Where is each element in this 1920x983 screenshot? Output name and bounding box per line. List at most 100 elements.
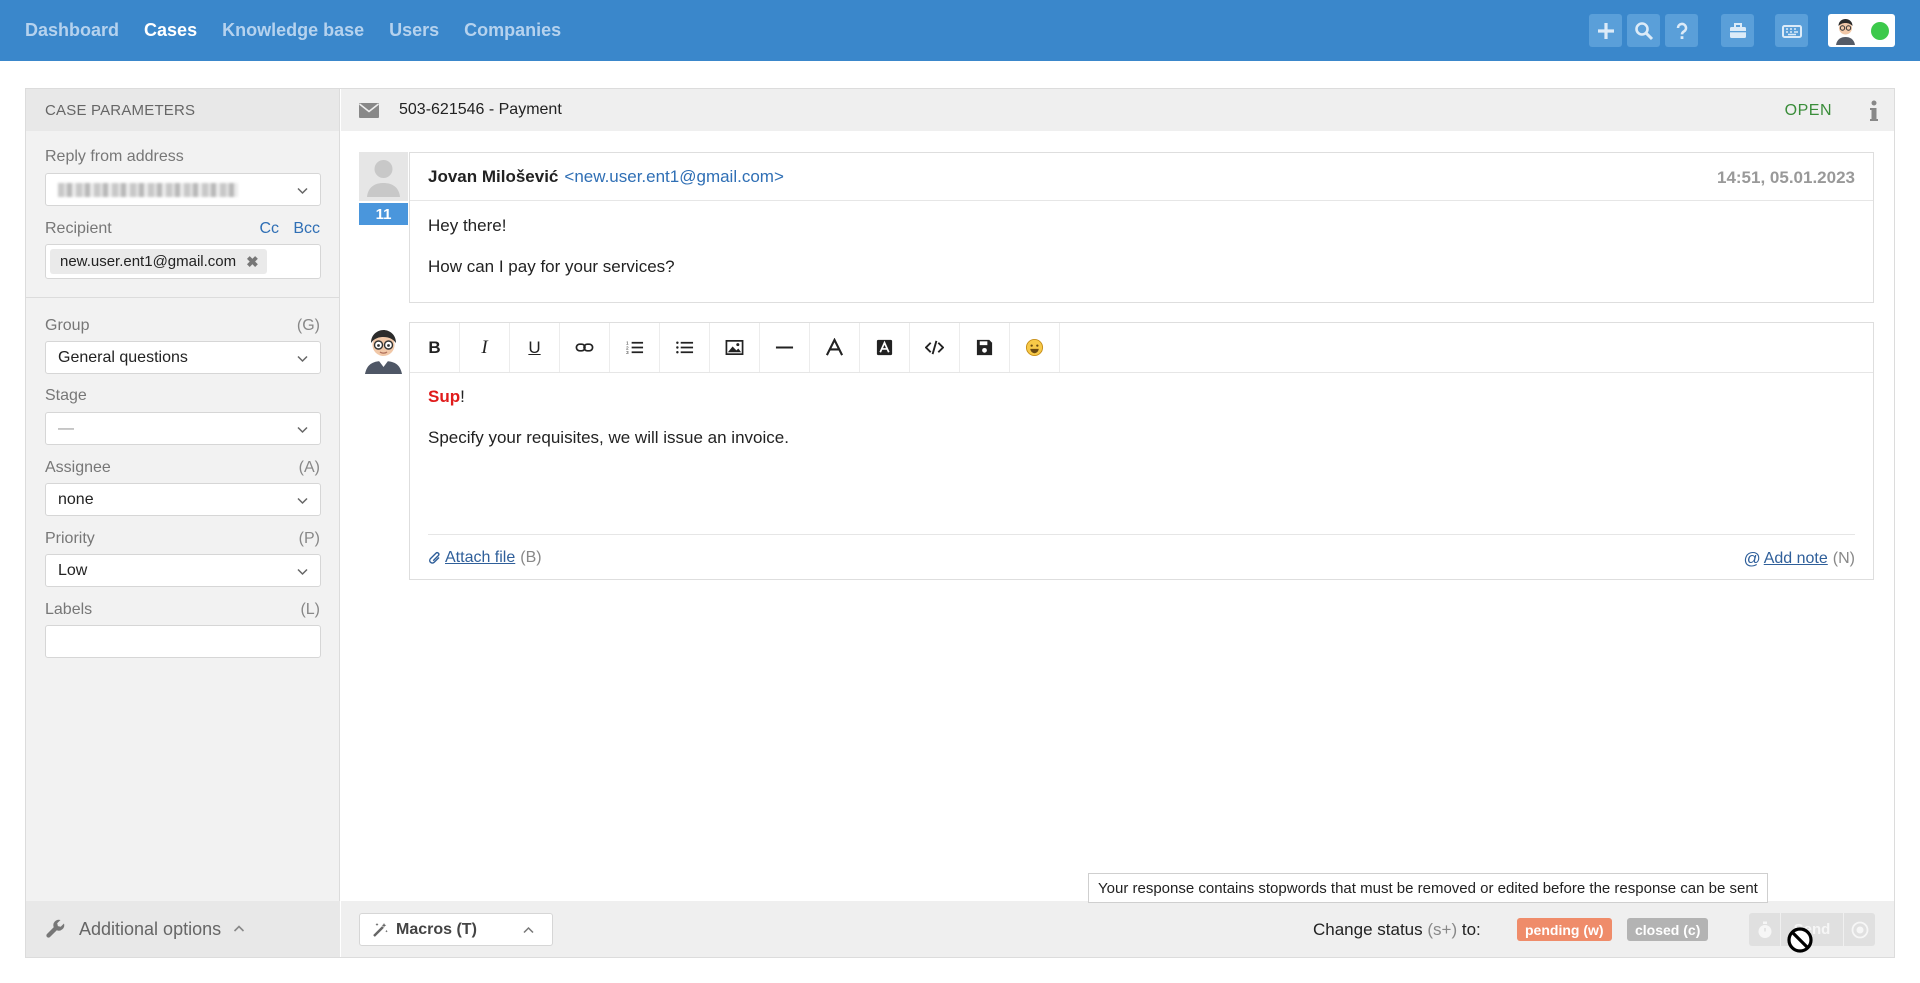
customer-message: Jovan Milošević <new.user.ent1@gmail.com… (409, 152, 1874, 303)
italic-button[interactable]: I (460, 323, 510, 372)
bullet-list-button[interactable] (660, 323, 710, 372)
attach-file-link[interactable]: Attach file (445, 549, 515, 567)
nav-cases[interactable]: Cases (144, 20, 197, 41)
emoji-icon (1025, 338, 1044, 357)
user-menu[interactable] (1828, 14, 1895, 47)
sidebar-divider (26, 297, 340, 298)
case-content: 503-621546 - Payment OPEN 11 Jovan Miloš… (341, 89, 1894, 957)
link-button[interactable] (560, 323, 610, 372)
envelope-icon (359, 102, 379, 118)
assignee-value: none (58, 490, 94, 508)
macros-button[interactable]: Macros (T) (359, 913, 553, 946)
action-bar: Macros (T) Change status (s+) to: pendin… (341, 901, 1894, 957)
insert-image-button[interactable] (710, 323, 760, 372)
message-count-badge: 11 (359, 203, 408, 225)
message-time: 14:51, 05.01.2023 (1716, 168, 1855, 187)
link-icon (575, 343, 594, 352)
case-parameters-header: Case parameters (26, 89, 339, 131)
cc-link[interactable]: Cc (259, 220, 279, 238)
group-value: General questions (58, 348, 188, 366)
send-options-button[interactable] (1843, 913, 1875, 946)
change-status-text: Change status (1313, 920, 1423, 939)
not-allowed-cursor-icon (1787, 927, 1813, 953)
nav-dashboard[interactable]: Dashboard (25, 20, 119, 41)
bcc-link[interactable]: Bcc (293, 220, 320, 238)
assignee-hotkey: (A) (298, 459, 320, 476)
status-closed-button[interactable]: closed (c) (1627, 918, 1709, 941)
stage-select[interactable]: — (45, 412, 321, 445)
recipient-field[interactable]: new.user.ent1@gmail.com ✖ (45, 244, 321, 279)
cases-briefcase-button[interactable] (1721, 14, 1754, 47)
save-draft-button[interactable] (960, 323, 1010, 372)
ordered-list-button[interactable]: 123 (610, 323, 660, 372)
stopwords-tooltip: Your response contains stopwords that mu… (1088, 873, 1768, 903)
code-view-button[interactable] (910, 323, 960, 372)
labels-input[interactable] (45, 625, 321, 658)
attach-hotkey: (B) (520, 548, 542, 566)
status-pending-button[interactable]: pending (w) (1517, 918, 1612, 941)
add-button[interactable] (1589, 14, 1622, 47)
underline-button[interactable]: U (510, 323, 560, 372)
nav-users[interactable]: Users (389, 20, 439, 41)
change-status-label: Change status (s+) to: (1313, 920, 1481, 940)
remove-recipient-icon[interactable]: ✖ (246, 253, 259, 271)
bold-label: B (428, 337, 441, 357)
bold-button[interactable]: B (410, 323, 460, 372)
group-select[interactable]: General questions (45, 341, 321, 374)
info-icon[interactable] (1868, 100, 1880, 122)
magic-wand-icon (373, 922, 388, 937)
reply-editor: B I U 123 Sup! Specify your requisites, … (409, 322, 1874, 580)
chevron-down-icon (297, 497, 308, 505)
message-line: Hey there! (428, 216, 507, 235)
group-label: Group (45, 317, 90, 334)
customer-avatar (359, 152, 408, 201)
font-color-button[interactable] (810, 323, 860, 372)
case-header: 503-621546 - Payment OPEN (341, 89, 1894, 131)
horizontal-rule-icon (775, 346, 794, 349)
sender-name: Jovan Milošević (428, 166, 559, 186)
underline-label: U (528, 337, 541, 357)
horizontal-rule-button[interactable] (760, 323, 810, 372)
message-body: Hey there! How can I pay for your servic… (410, 201, 1873, 313)
change-status-to: to: (1461, 920, 1481, 939)
help-button[interactable] (1665, 14, 1698, 47)
search-icon (1634, 21, 1653, 40)
change-status-hotkey: (s+) (1427, 920, 1458, 939)
chevron-down-icon (297, 568, 308, 576)
assignee-select[interactable]: none (45, 483, 321, 516)
nav-companies[interactable]: Companies (464, 20, 561, 41)
stage-label: Stage (45, 387, 87, 404)
labels-hotkey: (L) (300, 601, 320, 618)
reply-from-label: Reply from address (45, 148, 184, 165)
reply-from-select[interactable] (45, 173, 321, 206)
redacted-address (58, 182, 238, 197)
assignee-label: Assignee (45, 459, 111, 476)
code-icon (925, 340, 944, 355)
priority-select[interactable]: Low (45, 554, 321, 587)
stage-value: — (58, 419, 74, 437)
record-icon (1851, 921, 1868, 938)
stopword-highlight: Sup (428, 387, 461, 406)
editor-body[interactable]: Sup! Specify your requisites, we will is… (410, 373, 1873, 483)
image-icon (725, 339, 744, 356)
emoji-button[interactable] (1010, 323, 1060, 372)
group-hotkey: (G) (296, 317, 320, 334)
additional-options-toggle[interactable]: Additional options (26, 901, 340, 957)
background-color-button[interactable] (860, 323, 910, 372)
case-status[interactable]: OPEN (1785, 102, 1832, 120)
case-frame: Case parameters Reply from address Recip… (25, 88, 1895, 958)
main-nav: Dashboard Cases Knowledge base Users Com… (25, 0, 586, 61)
top-navbar: Dashboard Cases Knowledge base Users Com… (0, 0, 1920, 61)
schedule-button[interactable] (1749, 913, 1781, 946)
reply-punctuation: ! (460, 387, 465, 406)
add-note-link[interactable]: Add note (1764, 550, 1828, 568)
bullet-list-icon (676, 341, 694, 354)
search-button[interactable] (1627, 14, 1660, 47)
sender-email[interactable]: <new.user.ent1@gmail.com> (564, 167, 784, 187)
reply-line-2: Specify your requisites, we will issue a… (428, 428, 789, 447)
ordered-list-icon: 123 (626, 341, 644, 356)
labels-label: Labels (45, 601, 93, 618)
nav-knowledge-base[interactable]: Knowledge base (222, 20, 364, 41)
keyboard-shortcuts-button[interactable] (1775, 14, 1808, 47)
message-header: Jovan Milošević <new.user.ent1@gmail.com… (410, 153, 1873, 201)
